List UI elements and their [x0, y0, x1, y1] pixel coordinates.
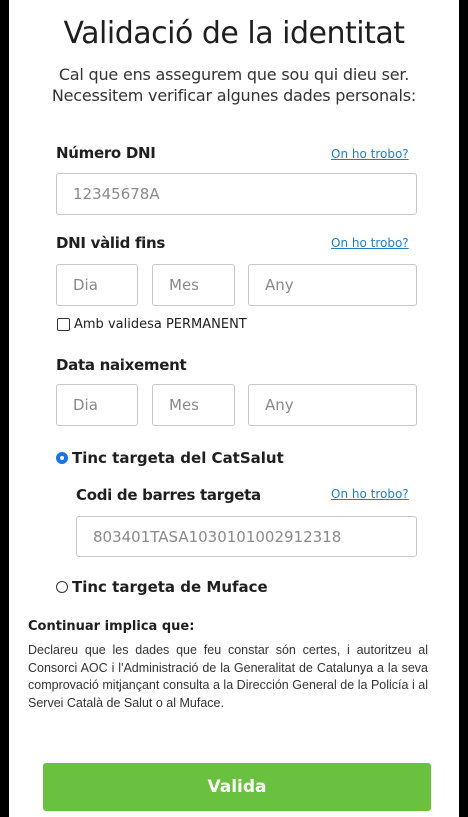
subtitle-line-1: Cal que ens assegurem que sou qui dieu s… — [58, 65, 410, 84]
page-title: Validació de la identitat — [63, 16, 405, 51]
permanent-validity-option[interactable]: Amb validesa PERMANENT — [57, 317, 247, 332]
muface-radio-label: Tinc targeta de Muface — [72, 578, 268, 596]
barcode-input[interactable]: 803401TASA1030101002912318 — [76, 516, 417, 557]
catsalut-radio[interactable] — [56, 452, 68, 464]
identity-validation-panel: Validació de la identitat Cal que ens as… — [9, 0, 459, 817]
birth-month-input[interactable]: Mes — [152, 384, 235, 426]
catsalut-radio-label: Tinc targeta del CatSalut — [72, 449, 284, 467]
barcode-label: Codi de barres targeta — [76, 486, 261, 504]
barcode-help-link[interactable]: On ho trobo? — [331, 487, 409, 501]
dni-valid-month-input[interactable]: Mes — [152, 264, 235, 306]
permanent-validity-checkbox[interactable] — [57, 318, 70, 331]
muface-radio[interactable] — [56, 581, 68, 593]
consent-title: Continuar implica que: — [28, 619, 195, 634]
birth-year-input[interactable]: Any — [248, 384, 417, 426]
consent-text: Declareu que les dades que feu constar s… — [28, 643, 428, 710]
dni-valid-help-link[interactable]: On ho trobo? — [331, 236, 409, 250]
dni-input[interactable]: 12345678A — [56, 173, 417, 215]
dni-valid-year-input[interactable]: Any — [248, 264, 417, 306]
catsalut-option[interactable]: Tinc targeta del CatSalut — [56, 449, 284, 467]
dni-label: Número DNI — [56, 144, 156, 162]
muface-option[interactable]: Tinc targeta de Muface — [56, 578, 268, 596]
subtitle-line-2: Necessitem verificar algunes dades perso… — [51, 86, 417, 105]
dni-valid-day-input[interactable]: Dia — [56, 264, 138, 306]
permanent-validity-label: Amb validesa PERMANENT — [74, 317, 247, 332]
validate-button[interactable]: Valida — [43, 763, 431, 811]
birth-date-label: Data naixement — [56, 356, 187, 374]
page-subtitle: Cal que ens assegurem que sou qui dieu s… — [9, 64, 459, 106]
birth-day-input[interactable]: Dia — [56, 384, 138, 426]
dni-valid-label: DNI vàlid fins — [56, 234, 166, 252]
dni-help-link[interactable]: On ho trobo? — [331, 147, 409, 161]
